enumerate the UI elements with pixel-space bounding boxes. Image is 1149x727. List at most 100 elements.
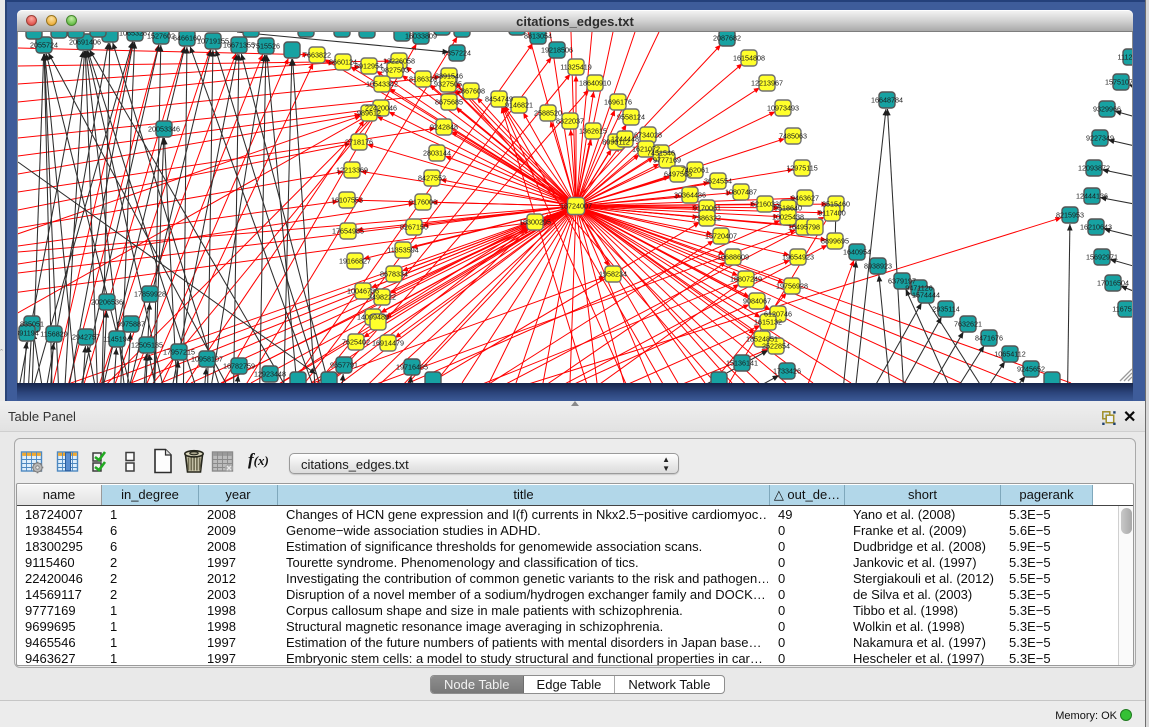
svg-text:20364436: 20364436 (674, 191, 706, 200)
svg-text:7357224: 7357224 (443, 49, 471, 58)
svg-text:16210643: 16210643 (1080, 223, 1112, 232)
svg-text:9558124: 9558124 (617, 113, 645, 122)
svg-text:1733426: 1733426 (773, 367, 801, 376)
svg-text:7632621: 7632621 (954, 320, 982, 329)
svg-text:1527602: 1527602 (147, 32, 175, 41)
svg-text:8675685: 8675685 (435, 98, 463, 107)
svg-text:9777169: 9777169 (653, 156, 681, 165)
svg-text:10025438: 10025438 (772, 213, 804, 222)
svg-text:20691406: 20691406 (69, 38, 101, 47)
svg-text:9242848: 9242848 (430, 123, 458, 132)
svg-text:10973493: 10973493 (767, 104, 799, 113)
svg-text:2935114: 2935114 (932, 305, 959, 314)
svg-text:12093872: 12093872 (1078, 164, 1110, 173)
svg-text:9463627: 9463627 (791, 194, 819, 203)
svg-text:19166827: 19166827 (339, 257, 371, 266)
svg-text:8938923: 8938923 (864, 262, 892, 271)
svg-text:2803144: 2803144 (423, 149, 451, 158)
svg-text:1362615: 1362615 (579, 127, 607, 136)
svg-text:19218506: 19218506 (541, 46, 573, 55)
svg-text:3498222: 3498222 (368, 293, 396, 302)
svg-text:1244448: 1244448 (611, 135, 639, 144)
svg-text:8678334: 8678334 (380, 270, 408, 279)
svg-text:13226058: 13226058 (383, 57, 415, 66)
svg-text:2718176: 2718176 (345, 138, 373, 147)
svg-text:20053346: 20053346 (148, 125, 180, 134)
svg-text:11353594: 11353594 (387, 246, 418, 255)
svg-text:9245652: 9245652 (1017, 365, 1045, 374)
svg-text:16154808: 16154808 (733, 54, 765, 63)
svg-text:18807249: 18807249 (730, 275, 762, 284)
svg-text:12975115: 12975115 (786, 164, 817, 173)
svg-text:12213967: 12213967 (751, 79, 783, 88)
svg-text:7663822: 7663822 (303, 51, 331, 60)
svg-text:391194: 391194 (18, 329, 39, 338)
svg-text:19654923: 19654923 (782, 253, 814, 262)
svg-text:2942757: 2942757 (72, 333, 100, 342)
svg-text:7386322: 7386322 (693, 214, 721, 223)
svg-text:1145194: 1145194 (103, 335, 130, 344)
svg-text:19716485: 19716485 (396, 363, 428, 372)
svg-text:9227349: 9227349 (1086, 134, 1114, 143)
svg-text:16107553: 16107553 (331, 196, 363, 205)
svg-text:6497568: 6497568 (664, 170, 692, 179)
svg-text:9518640: 9518640 (774, 204, 802, 213)
svg-text:16648784: 16648784 (871, 96, 903, 105)
svg-text:7625402: 7625402 (342, 338, 370, 347)
svg-text:9170061: 9170061 (693, 204, 721, 213)
svg-text:1156829: 1156829 (40, 330, 67, 339)
svg-text:3624554: 3624554 (704, 177, 732, 186)
svg-text:8899695: 8899695 (821, 237, 849, 246)
svg-text:2087682: 2087682 (713, 34, 741, 43)
svg-text:8515460: 8515460 (822, 200, 850, 209)
svg-text:12213369: 12213369 (336, 166, 368, 175)
svg-text:16033809: 16033809 (405, 32, 437, 41)
svg-text:7485063: 7485063 (779, 132, 807, 141)
svg-text:1640954: 1640954 (843, 248, 871, 257)
svg-text:12505135: 12505135 (131, 341, 163, 350)
svg-text:9657791: 9657791 (330, 361, 358, 370)
svg-text:18300295: 18300295 (519, 218, 551, 227)
svg-text:10688609: 10688609 (717, 253, 749, 262)
svg-text:15720407: 15720407 (705, 232, 737, 241)
svg-text:9146821: 9146821 (505, 101, 533, 110)
svg-text:9117400: 9117400 (818, 209, 845, 218)
svg-text:7515526: 7515526 (252, 42, 280, 51)
svg-text:2522854: 2522854 (762, 342, 790, 351)
svg-text:10543342: 10543342 (366, 80, 398, 89)
svg-text:10654112: 10654112 (994, 350, 1025, 359)
svg-text:9827503: 9827503 (381, 66, 409, 75)
svg-text:16671355: 16671355 (223, 41, 255, 50)
svg-text:15751074: 15751074 (1105, 78, 1133, 87)
svg-text:17016504: 17016504 (1097, 279, 1129, 288)
svg-text:9176006: 9176006 (409, 198, 437, 207)
svg-text:9084067: 9084067 (743, 297, 771, 306)
svg-text:1958234: 1958234 (599, 270, 627, 279)
svg-text:18724007: 18724007 (560, 202, 592, 211)
svg-text:9975887: 9975887 (117, 320, 145, 329)
svg-text:15692971: 15692971 (1086, 253, 1118, 262)
svg-text:18640910: 18640910 (579, 79, 611, 88)
svg-text:1615132: 1615132 (754, 318, 782, 327)
svg-text:9329966: 9329966 (1093, 105, 1121, 114)
svg-text:989612: 989612 (357, 109, 381, 118)
svg-text:1574444: 1574444 (912, 291, 940, 300)
svg-text:16914479: 16914479 (372, 339, 404, 348)
svg-text:2055724: 2055724 (30, 41, 58, 50)
svg-text:8813054: 8813054 (524, 32, 552, 41)
svg-text:17654985: 17654985 (332, 227, 364, 236)
svg-text:1167533: 1167533 (1112, 305, 1133, 314)
svg-text:8186328: 8186328 (409, 75, 437, 84)
svg-text:8267150: 8267150 (400, 223, 428, 232)
svg-text:8322037: 8322037 (556, 117, 584, 126)
svg-text:17859928: 17859928 (134, 290, 166, 299)
svg-text:10958107: 10958107 (191, 355, 223, 364)
svg-text:10807487: 10807487 (725, 188, 757, 197)
svg-text:8471676: 8471676 (975, 334, 1003, 343)
svg-text:12444136: 12444136 (1076, 192, 1108, 201)
svg-text:835051: 835051 (20, 320, 44, 329)
svg-text:1696176: 1696176 (604, 98, 632, 107)
svg-text:15136141: 15136141 (726, 359, 758, 368)
svg-text:8427552: 8427552 (418, 174, 446, 183)
svg-text:14099489: 14099489 (357, 313, 389, 322)
